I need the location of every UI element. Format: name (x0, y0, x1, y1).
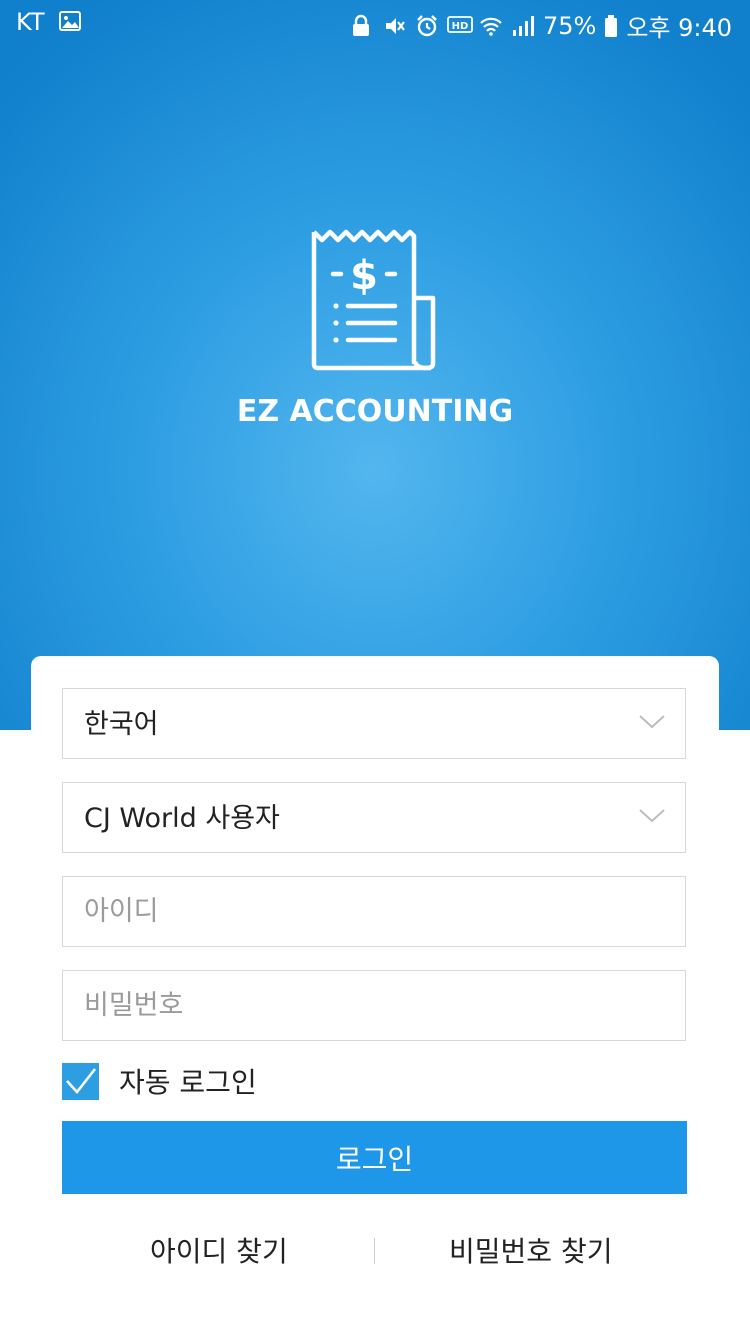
mute-icon (383, 14, 407, 38)
chevron-down-icon (639, 807, 665, 825)
chevron-down-icon (639, 713, 665, 731)
id-input[interactable] (63, 877, 685, 946)
receipt-dollar-icon: $ (305, 226, 445, 376)
image-icon (58, 10, 83, 34)
svg-text:$: $ (350, 253, 378, 299)
auto-login-row[interactable]: 자동 로그인 (62, 1062, 257, 1100)
find-id-link[interactable]: 아이디 찾기 (150, 1230, 288, 1270)
status-bar: KT HD 75% 오후 9:40 (0, 0, 750, 44)
status-right: HD 75% 오후 9:40 (351, 8, 732, 43)
auto-login-label: 자동 로그인 (119, 1066, 257, 1099)
lock-icon (351, 14, 375, 38)
user-type-select[interactable]: CJ World 사용자 (62, 782, 686, 853)
login-button[interactable]: 로그인 (62, 1121, 687, 1194)
user-type-select-value: CJ World 사용자 (84, 803, 280, 834)
signal-icon (511, 14, 535, 38)
id-field (62, 876, 686, 947)
alarm-icon (415, 14, 439, 38)
hd-icon: HD (447, 14, 473, 38)
find-password-link[interactable]: 비밀번호 찾기 (449, 1230, 612, 1270)
battery-percent: 75% (542, 11, 597, 40)
checkmark-icon (65, 1068, 96, 1095)
language-select[interactable]: 한국어 (62, 688, 686, 759)
password-field (62, 970, 686, 1041)
carrier-label: KT (16, 8, 45, 36)
wifi-icon (479, 14, 503, 38)
auto-login-checkbox[interactable] (62, 1062, 99, 1100)
battery-icon (604, 14, 618, 38)
password-input[interactable] (63, 971, 685, 1040)
link-divider (374, 1238, 375, 1264)
app-title: EZ ACCOUNTING (236, 394, 514, 429)
clock: 오후 9:40 (626, 14, 732, 42)
status-left: KT (16, 8, 83, 36)
svg-text:HD: HD (452, 21, 469, 32)
language-select-value: 한국어 (84, 709, 159, 740)
